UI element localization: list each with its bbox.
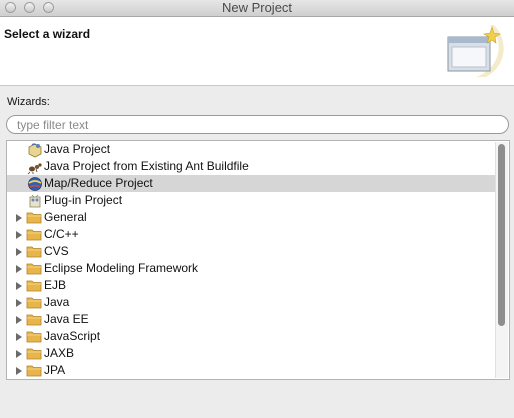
expand-arrow-icon[interactable] — [16, 265, 22, 273]
wizard-art-icon — [447, 25, 504, 77]
tree-item-label: JavaScript — [44, 329, 101, 343]
window-title: New Project — [221, 0, 293, 15]
tree-folder-ejb[interactable]: EJB — [7, 277, 495, 294]
folder-icon — [26, 229, 42, 241]
folder-icon — [26, 365, 42, 377]
tree-item-label: JPA — [44, 363, 66, 377]
filter-input[interactable] — [6, 115, 509, 134]
expand-arrow-icon[interactable] — [16, 299, 22, 307]
tree-folder-jaxb[interactable]: JAXB — [7, 345, 495, 362]
tree-item-label: CVS — [44, 244, 69, 258]
tree-item-ant-buildfile[interactable]: Java Project from Existing Ant Buildfile — [7, 158, 495, 175]
tree-item-label: Java EE — [44, 312, 89, 326]
wizards-label: Wizards: — [7, 96, 50, 108]
tree-folder-emf[interactable]: Eclipse Modeling Framework — [7, 260, 495, 277]
tree-item-java-project[interactable]: Java Project — [7, 141, 495, 158]
tree-folder-cvs[interactable]: CVS — [7, 243, 495, 260]
wizard-tree[interactable]: Java Project Java Project from Existing … — [6, 140, 510, 380]
expand-arrow-icon[interactable] — [16, 282, 22, 290]
mapreduce-icon — [28, 177, 42, 191]
tree-folder-general[interactable]: General — [7, 209, 495, 226]
tree-item-label: Java — [44, 295, 70, 309]
banner-title: Select a wizard — [4, 27, 91, 41]
tree-item-label: General — [44, 210, 87, 224]
expand-arrow-icon[interactable] — [16, 231, 22, 239]
tree-item-label: Java Project — [44, 142, 111, 156]
tree-item-label: JAXB — [44, 346, 75, 360]
expand-arrow-icon[interactable] — [16, 214, 22, 222]
tree-item-label: Java Project from Existing Ant Buildfile — [44, 159, 249, 173]
tree-folder-c-cpp[interactable]: C/C++ — [7, 226, 495, 243]
tree-item-label: Plug-in Project — [44, 193, 123, 207]
tree-scrollbar[interactable] — [495, 142, 508, 378]
title-bar: New Project — [0, 0, 514, 17]
tree-folder-java[interactable]: Java — [7, 294, 495, 311]
tree-item-mapreduce-project[interactable]: Map/Reduce Project — [7, 175, 495, 192]
expand-arrow-icon[interactable] — [16, 316, 22, 324]
folder-icon — [26, 314, 42, 326]
folder-icon — [26, 212, 42, 224]
expand-arrow-icon[interactable] — [16, 367, 22, 375]
tree-folder-java-ee[interactable]: Java EE — [7, 311, 495, 328]
plugin-project-icon — [29, 194, 41, 208]
folder-icon — [26, 331, 42, 343]
expand-arrow-icon[interactable] — [16, 333, 22, 341]
tree-item-label: Eclipse Modeling Framework — [44, 261, 199, 275]
expand-arrow-icon[interactable] — [16, 248, 22, 256]
folder-icon — [26, 263, 42, 275]
tree-item-label: EJB — [44, 278, 67, 292]
folder-icon — [26, 348, 42, 360]
java-project-icon — [28, 143, 42, 158]
folder-icon — [26, 246, 42, 258]
tree-scrollbar-thumb[interactable] — [498, 144, 505, 326]
folder-icon — [26, 280, 42, 292]
wizard-banner: Select a wizard — [0, 17, 514, 86]
folder-icon — [26, 297, 42, 309]
tree-folder-jpa[interactable]: JPA — [7, 362, 495, 379]
ant-buildfile-icon — [27, 163, 42, 175]
tree-item-plugin-project[interactable]: Plug-in Project — [7, 192, 495, 209]
tree-item-label: C/C++ — [44, 227, 79, 241]
tree-item-label: Map/Reduce Project — [44, 176, 153, 190]
tree-folder-javascript[interactable]: JavaScript — [7, 328, 495, 345]
expand-arrow-icon[interactable] — [16, 350, 22, 358]
